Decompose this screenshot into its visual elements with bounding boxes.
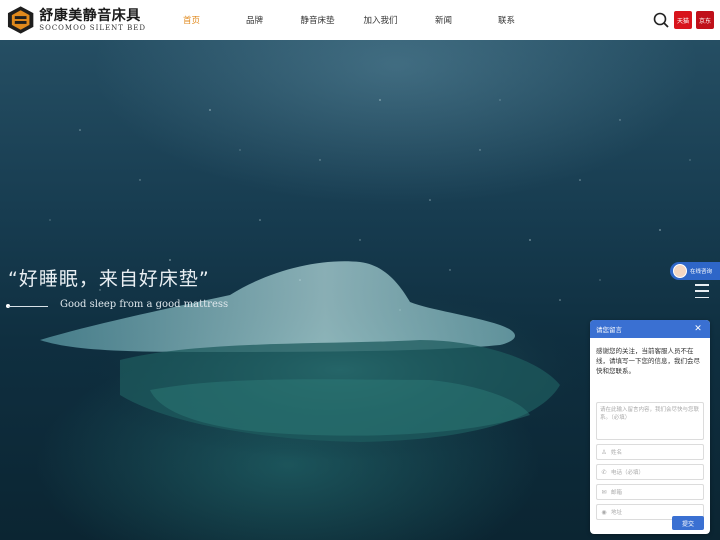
- logo-brand-name: 舒康美: [39, 7, 83, 24]
- hero-slogan-chinese: “好睡眠，来自好床垫”: [8, 268, 210, 290]
- email-field[interactable]: ✉ 邮箱: [596, 484, 704, 500]
- message-widget: 请您留言 ✕ 感谢您的关注，当前客服人员不在线，请填写一下您的信息，我们会尽快和…: [590, 320, 710, 534]
- service-avatar: [673, 264, 687, 278]
- online-consult-label: 在线咨询: [690, 269, 713, 275]
- nav-item-silent-mattress[interactable]: 静音床垫: [286, 0, 349, 40]
- widget-message: 感谢您的关注，当前客服人员不在线，请填写一下您的信息，我们会尽快和您联系。: [596, 347, 700, 375]
- email-field-placeholder: 邮箱: [611, 490, 623, 496]
- main-nav: 首页 品牌 静音床垫 加入我们 新闻 联系: [160, 0, 538, 40]
- nav-item-join-us[interactable]: 加入我们: [349, 0, 412, 40]
- location-icon: ◉: [601, 508, 607, 516]
- close-icon[interactable]: ✕: [692, 323, 704, 335]
- online-consult-button[interactable]: 在线咨询: [670, 262, 720, 280]
- name-field[interactable]: ♙ 姓名: [596, 444, 704, 460]
- hero-slogan-english: Good sleep from a good mattress: [60, 299, 229, 310]
- site-logo[interactable]: 舒康美静音床具 SOCOMOO SILENT BED: [6, 4, 146, 36]
- slogan-divider: [8, 306, 48, 307]
- nav-item-contact[interactable]: 联系: [475, 0, 538, 40]
- name-field-placeholder: 姓名: [611, 450, 623, 456]
- nav-item-news[interactable]: 新闻: [412, 0, 475, 40]
- nav-item-home[interactable]: 首页: [160, 0, 223, 40]
- address-field-placeholder: 地址: [611, 510, 623, 516]
- phone-icon: ✆: [601, 468, 607, 476]
- jd-store-button[interactable]: 京东: [696, 11, 714, 29]
- phone-field[interactable]: ✆ 电话（必填）: [596, 464, 704, 480]
- logo-english-name: SOCOMOO SILENT BED: [39, 23, 146, 32]
- mail-icon: ✉: [601, 488, 607, 496]
- widget-title: 请您留言: [596, 326, 622, 334]
- logo-brand-tagline: 静音床具: [82, 7, 141, 24]
- site-header: 舒康美静音床具 SOCOMOO SILENT BED 首页 品牌 静音床垫 加入…: [0, 0, 720, 40]
- logo-hexagon-icon: [7, 6, 34, 34]
- phone-field-placeholder: 电话（必填）: [611, 470, 645, 476]
- message-textarea[interactable]: 请在此输入留言内容，我们会尽快与您联系。（必填）: [596, 402, 704, 440]
- nav-item-brand[interactable]: 品牌: [223, 0, 286, 40]
- menu-icon[interactable]: [692, 282, 712, 300]
- tmall-store-button[interactable]: 天猫: [674, 11, 692, 29]
- widget-header: 请您留言 ✕: [590, 320, 710, 338]
- submit-button[interactable]: 提交: [672, 516, 704, 530]
- search-icon[interactable]: [652, 11, 670, 29]
- user-icon: ♙: [601, 448, 607, 456]
